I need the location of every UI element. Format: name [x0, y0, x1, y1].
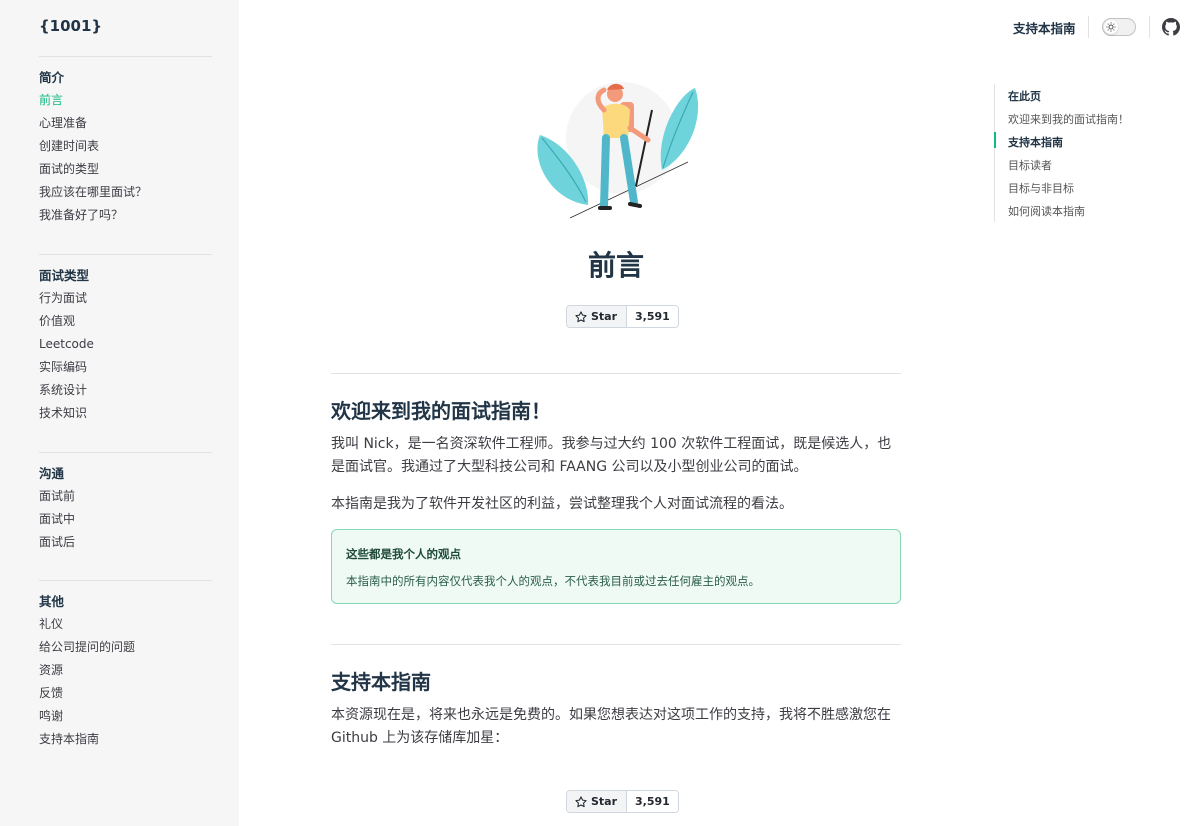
github-icon[interactable]: [1162, 18, 1180, 36]
hiker-illustration: [537, 82, 699, 219]
sidebar-item-etiquette[interactable]: 礼仪: [39, 613, 212, 636]
site-logo[interactable]: {1001}: [39, 17, 102, 35]
star-label[interactable]: Star: [567, 791, 628, 812]
sidebar-item-during[interactable]: 面试中: [39, 508, 212, 531]
star-label-text: Star: [591, 310, 618, 323]
section-divider: [331, 644, 901, 645]
callout-text: 本指南中的所有内容仅代表我个人的观点，不代表我目前或过去任何雇主的观点。: [346, 574, 760, 588]
sidebar-group-interview: 面试类型 行为面试 价值观 Leetcode 实际编码 系统设计 技术知识: [39, 264, 212, 425]
sidebar-item-system-design[interactable]: 系统设计: [39, 379, 212, 402]
sidebar-group-title: 面试类型: [39, 268, 90, 283]
section-divider: [331, 373, 901, 374]
sidebar-group-title: 其他: [39, 594, 65, 609]
sidebar-divider: [39, 56, 212, 57]
sidebar-item-values[interactable]: 价值观: [39, 310, 212, 333]
star-icon: [575, 310, 587, 322]
sidebar-item-after[interactable]: 面试后: [39, 531, 212, 554]
sidebar-item-questions[interactable]: 给公司提问的问题: [39, 636, 212, 659]
outline-title: 在此页: [1008, 90, 1041, 103]
section-heading-welcome: 欢迎来到我的面试指南！: [331, 399, 551, 423]
sidebar-item-practical-coding[interactable]: 实际编码: [39, 356, 212, 379]
paragraph-support: 本资源现在是，将来也永远是免费的。如果您想表达对这项工作的支持，我将不胜感激您在…: [331, 707, 891, 746]
star-label-text: Star: [591, 795, 618, 808]
outline-item-how-to-read[interactable]: 如何阅读本指南: [1008, 203, 1085, 219]
sidebar-item-feedback[interactable]: 反馈: [39, 682, 212, 705]
outline-item-audience[interactable]: 目标读者: [1008, 157, 1052, 173]
sidebar-item-leetcode[interactable]: Leetcode: [39, 333, 212, 356]
star-count[interactable]: 3,591: [627, 306, 678, 327]
sidebar-divider: [39, 452, 212, 453]
sidebar-item-resources[interactable]: 资源: [39, 659, 212, 682]
tip-callout: 这些都是我个人的观点 本指南中的所有内容仅代表我个人的观点，不代表我目前或过去任…: [331, 529, 901, 604]
github-star-button[interactable]: Star 3,591: [566, 790, 679, 813]
sidebar-item-thanks[interactable]: 鸣谢: [39, 705, 212, 728]
sidebar-item-where-interview[interactable]: 我应该在哪里面试？: [39, 181, 212, 204]
sidebar-item-before[interactable]: 面试前: [39, 485, 212, 508]
sidebar-group-communication: 沟通 面试前 面试中 面试后: [39, 462, 212, 554]
sidebar-item-ready[interactable]: 我准备好了吗？: [39, 204, 212, 227]
github-star-button[interactable]: Star 3,591: [566, 305, 679, 328]
callout-title: 这些都是我个人的观点: [346, 547, 461, 561]
theme-toggle[interactable]: [1102, 18, 1136, 36]
sidebar-item-preface[interactable]: 前言: [39, 89, 212, 112]
outline-item-support[interactable]: 支持本指南: [1008, 134, 1063, 150]
page-outline: 在此页 欢迎来到我的面试指南！ 支持本指南 目标读者 目标与非目标 如何阅读本指…: [994, 84, 1184, 222]
header-divider: [1088, 16, 1089, 38]
paragraph-intro: 我叫 Nick，是一名资深软件工程师。我参与过大约 100 次软件工程面试，既是…: [331, 436, 892, 475]
sidebar-item-mental-prep[interactable]: 心理准备: [39, 112, 212, 135]
sidebar-divider: [39, 580, 212, 581]
sun-icon: [1104, 20, 1118, 34]
sidebar-group-title: 简介: [39, 70, 65, 85]
star-count[interactable]: 3,591: [627, 791, 678, 812]
sidebar-item-interview-types[interactable]: 面试的类型: [39, 158, 212, 181]
outline-item-welcome[interactable]: 欢迎来到我的面试指南！: [1008, 111, 1129, 127]
support-nav-link[interactable]: 支持本指南: [1013, 18, 1076, 37]
star-icon: [575, 795, 587, 807]
sidebar-divider: [39, 254, 212, 255]
page-title: 前言: [587, 249, 644, 282]
sidebar-item-tech-knowledge[interactable]: 技术知识: [39, 402, 212, 425]
section-heading-support: 支持本指南: [331, 670, 431, 694]
star-label[interactable]: Star: [567, 306, 628, 327]
sidebar: {1001} 简介 前言 心理准备 创建时间表 面试的类型 我应该在哪里面试？ …: [0, 0, 239, 826]
sidebar-group-other: 其他 礼仪 给公司提问的问题 资源 反馈 鸣谢 支持本指南: [39, 590, 212, 751]
paragraph-purpose: 本指南是我为了软件开发社区的利益，尝试整理我个人对面试流程的看法。: [331, 496, 793, 512]
sidebar-group-title: 沟通: [39, 466, 65, 481]
outline-active-marker: [994, 132, 996, 148]
sidebar-item-behavioral[interactable]: 行为面试: [39, 287, 212, 310]
sidebar-item-timeline[interactable]: 创建时间表: [39, 135, 212, 158]
sidebar-group-intro: 简介 前言 心理准备 创建时间表 面试的类型 我应该在哪里面试？ 我准备好了吗？: [39, 66, 212, 227]
sidebar-item-support[interactable]: 支持本指南: [39, 728, 212, 751]
header-divider: [1149, 16, 1150, 38]
outline-item-goals[interactable]: 目标与非目标: [1008, 180, 1074, 196]
